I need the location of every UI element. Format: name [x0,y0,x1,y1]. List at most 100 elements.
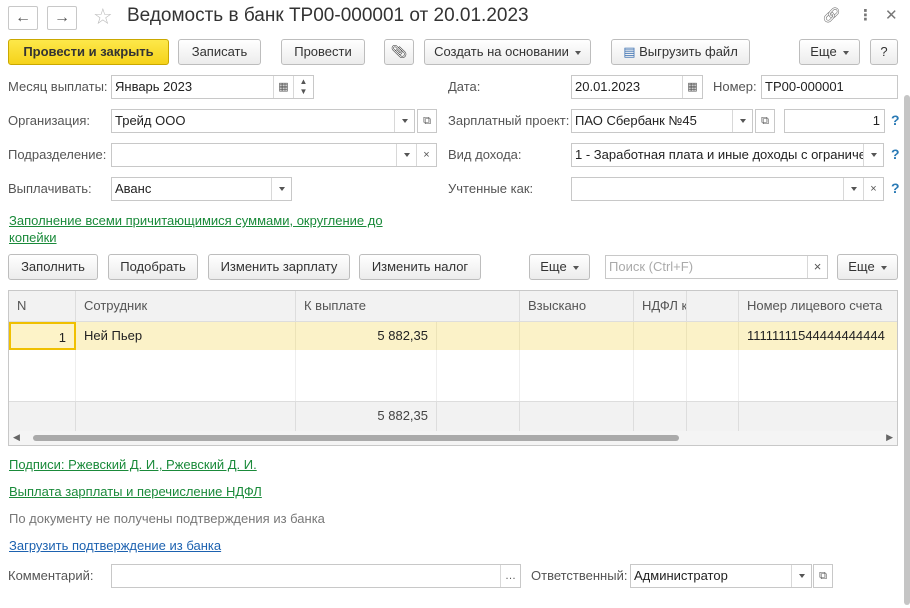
payment-link[interactable]: Выплата зарплаты и перечисление НДФЛ [9,484,262,499]
table-cell-amount-extra[interactable] [437,322,520,350]
column-header-extra[interactable] [687,291,739,322]
signatures-link[interactable]: Подписи: Ржевский Д. И., Ржевский Д. И. [9,457,257,472]
calendar-icon[interactable]: ▦ [682,76,702,98]
back-button[interactable]: ← [8,6,38,30]
help-icon[interactable]: ? [891,180,900,196]
fill-button[interactable]: Заполнить [8,254,98,280]
salary-project-value: ПАО Сбербанк №45 [575,113,697,128]
table-cell-extra[interactable] [687,322,739,350]
export-icon: ▤ [623,44,636,59]
change-tax-button[interactable]: Изменить налог [359,254,481,280]
link-icon[interactable]: 🔗︎ [822,6,841,24]
table-cell-n[interactable]: 1 [9,322,76,350]
table-more-label-2: Еще [848,259,875,274]
date-field[interactable]: 20.01.2023 ▦ [571,75,703,99]
dropdown-icon[interactable] [271,178,291,200]
scroll-right-icon[interactable]: ▶ [886,432,893,443]
column-divider [519,350,520,401]
table-more-button[interactable]: Еще [529,254,590,280]
forward-button[interactable]: → [47,6,77,30]
column-header-n[interactable]: N [9,291,76,322]
column-header-amount[interactable]: К выплате [296,291,520,322]
save-button[interactable]: Записать [178,39,261,65]
comment-field[interactable]: … [111,564,521,588]
attach-button[interactable]: 📎︎ [384,39,414,65]
scroll-left-icon[interactable]: ◀ [13,432,20,443]
export-label: Выгрузить файл [639,44,738,59]
ellipsis-icon[interactable]: … [500,565,520,587]
stepper-icon[interactable]: ▲ ▼ [293,76,313,98]
dropdown-icon[interactable] [396,144,416,166]
employees-table[interactable]: N Сотрудник К выплате Взыскано НДФЛ к пе… [8,290,898,446]
calendar-icon[interactable]: ▦ [273,76,293,98]
column-header-account[interactable]: Номер лицевого счета [739,291,897,322]
organization-field[interactable]: Трейд ООО [111,109,415,133]
dropdown-icon[interactable] [863,144,883,166]
responsible-value: Администратор [634,568,728,583]
income-type-label: Вид дохода: [448,147,522,162]
salary-project-count-field[interactable]: 1 [784,109,885,133]
change-salary-button[interactable]: Изменить зарплату [208,254,350,280]
fill-mode-link[interactable]: Заполнение всеми причитающимися суммами,… [9,213,383,228]
vertical-scrollbar[interactable] [904,95,910,605]
open-icon[interactable]: ⧉ [755,109,775,133]
favorite-star-icon[interactable]: ☆ [93,4,113,30]
column-header-withheld[interactable]: Взыскано [520,291,634,322]
dropdown-icon[interactable] [732,110,752,132]
export-file-button[interactable]: ▤ Выгрузить файл [611,39,750,65]
help-button[interactable]: ? [870,39,898,65]
load-confirmation-link[interactable]: Загрузить подтверждение из банка [9,538,221,553]
search-input[interactable]: Поиск (Ctrl+F) × [605,255,828,279]
column-header-employee[interactable]: Сотрудник [76,291,296,322]
table-cell-amount[interactable]: 5 882,35 [296,322,437,350]
department-field[interactable]: × [111,143,437,167]
salary-project-label: Зарплатный проект: [448,113,570,128]
open-icon[interactable]: ⧉ [417,109,437,133]
responsible-field[interactable]: Администратор [630,564,812,588]
help-icon[interactable]: ? [891,112,900,128]
dropdown-icon[interactable] [843,178,863,200]
select-button[interactable]: Подобрать [108,254,198,280]
pay-field[interactable]: Аванс [111,177,292,201]
column-divider [686,350,687,401]
table-cell-withheld[interactable] [520,322,634,350]
horizontal-scrollbar[interactable]: ◀ ▶ [9,431,897,445]
scrollbar-thumb[interactable] [33,435,679,441]
organization-label: Организация: [8,113,91,128]
number-field[interactable]: ТР00-000001 [761,75,898,99]
footer-cell [437,401,520,431]
more-label: Еще [810,44,837,59]
table-cell-ndfl[interactable] [634,322,687,350]
footer-cell [9,401,76,431]
clear-icon[interactable]: × [863,178,883,200]
column-divider [75,350,76,401]
clear-icon[interactable]: × [416,144,436,166]
column-header-ndfl[interactable]: НДФЛ к пер... [634,291,687,322]
post-and-close-button[interactable]: Провести и закрыть [8,39,169,65]
no-confirmation-text: По документу не получены подтверждения и… [9,511,325,526]
close-icon[interactable]: ✕ [885,6,898,24]
chevron-down-icon [842,50,849,55]
footer-cell [687,401,739,431]
page-title: Ведомость в банк ТР00-000001 от 20.01.20… [127,5,529,26]
search-placeholder: Поиск (Ctrl+F) [609,259,694,274]
more-button[interactable]: Еще [799,39,860,65]
create-based-on-button[interactable]: Создать на основании [424,39,591,65]
counted-as-field[interactable]: × [571,177,884,201]
table-more-button-2[interactable]: Еще [837,254,898,280]
more-vertical-icon[interactable]: ⋮ [858,6,873,24]
open-icon[interactable]: ⧉ [813,564,833,588]
help-icon[interactable]: ? [891,146,900,162]
table-cell-employee[interactable]: Ней Пьер [76,322,296,350]
search-clear-icon[interactable]: × [807,256,827,278]
income-type-field[interactable]: 1 - Заработная плата и иные доходы с огр… [571,143,884,167]
footer-cell [739,401,897,431]
number-label: Номер: [713,79,757,94]
dropdown-icon[interactable] [394,110,414,132]
fill-mode-link-cont[interactable]: копейки [9,230,57,245]
post-button[interactable]: Провести [281,39,365,65]
salary-project-field[interactable]: ПАО Сбербанк №45 [571,109,753,133]
table-cell-account[interactable]: 11111111544444444444 [739,322,897,350]
month-field[interactable]: Январь 2023 ▦ ▲ ▼ [111,75,314,99]
dropdown-icon[interactable] [791,565,811,587]
